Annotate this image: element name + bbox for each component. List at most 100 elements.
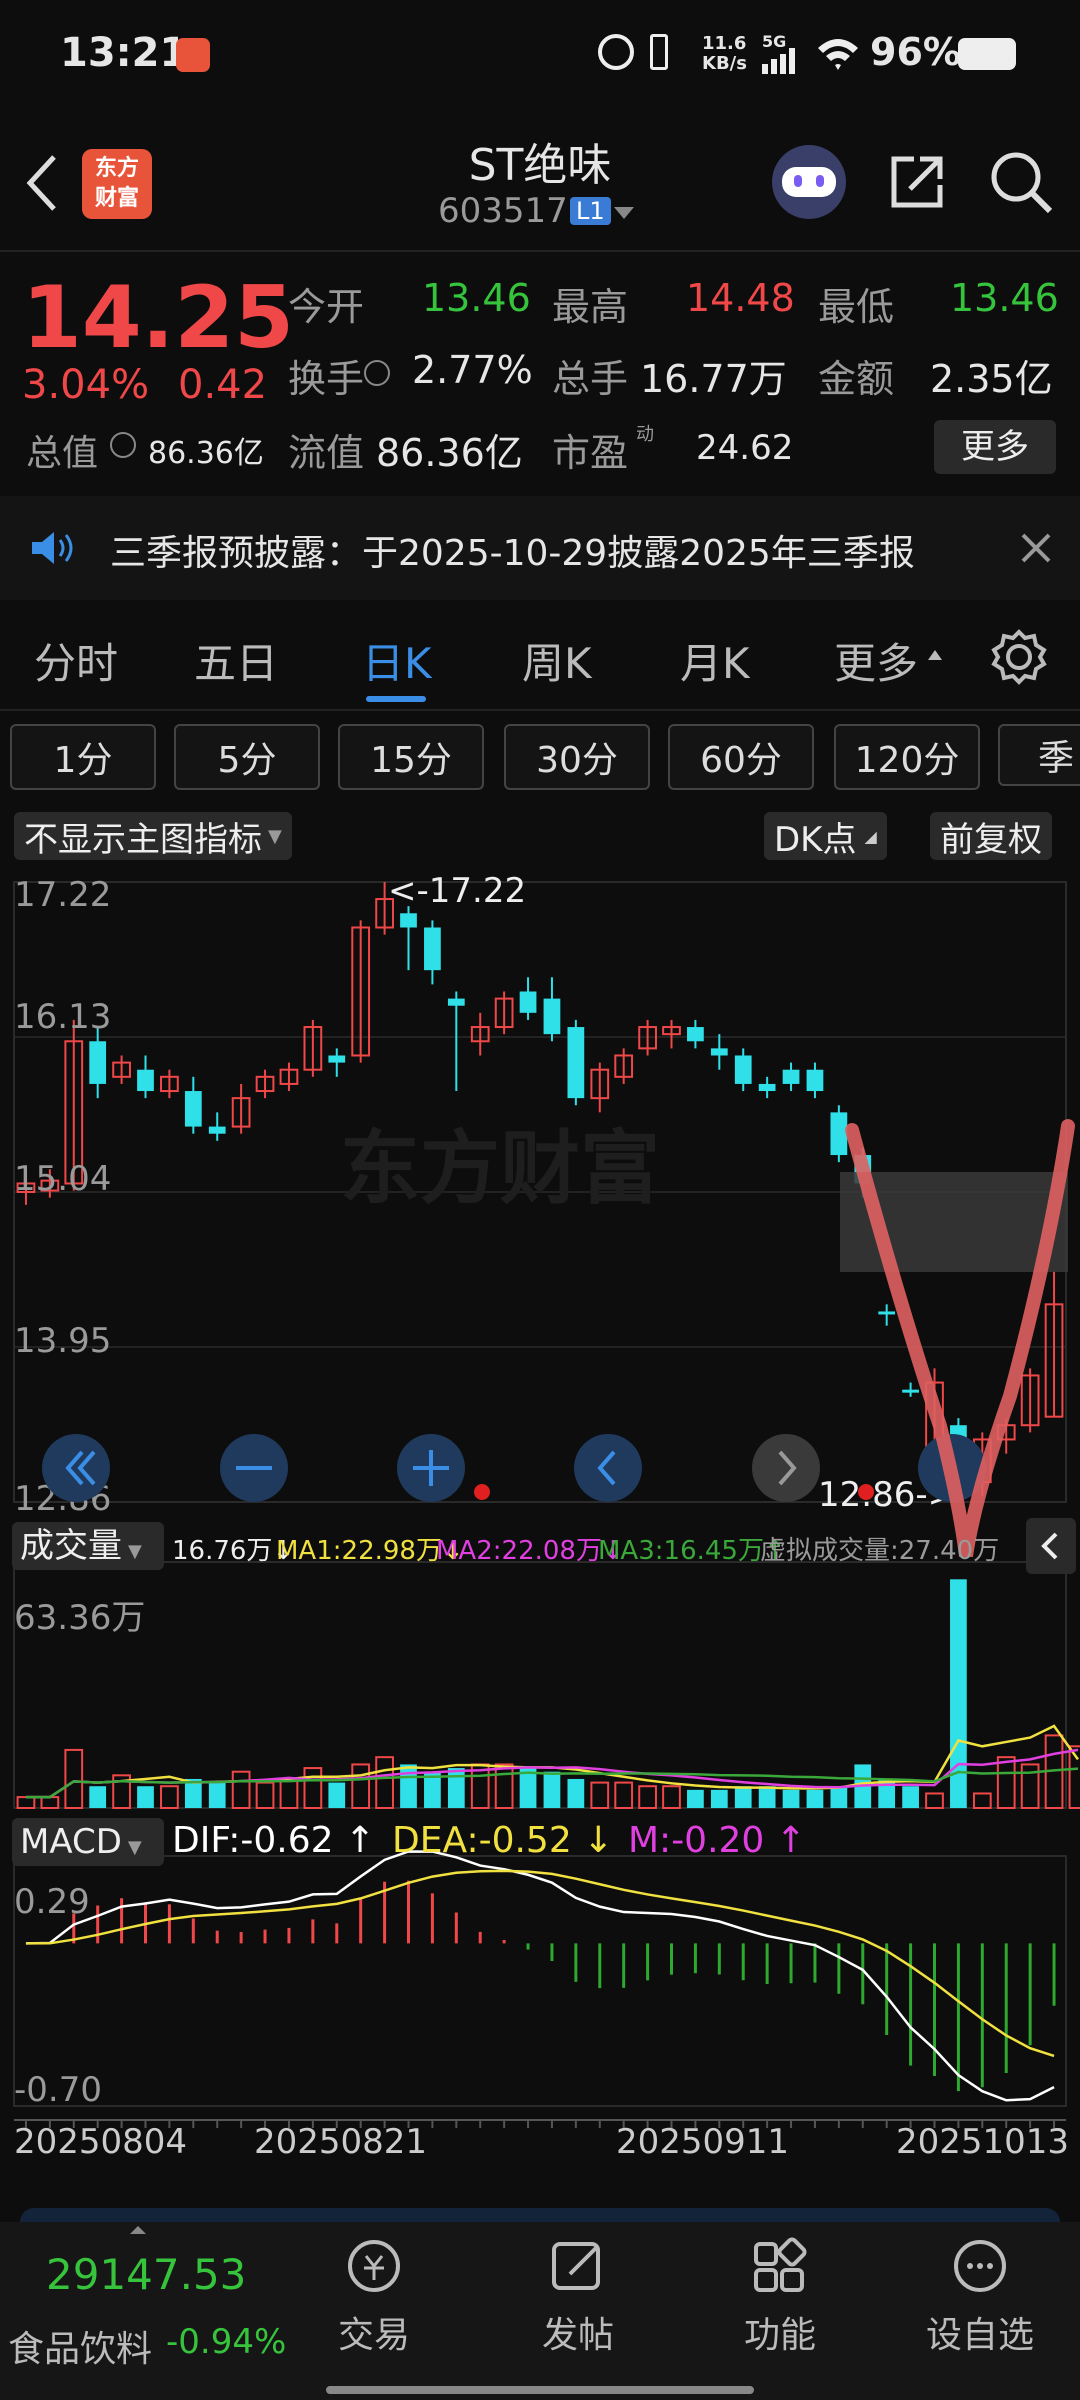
volume-bar bbox=[662, 1785, 681, 1810]
volume-bar bbox=[231, 1770, 251, 1810]
nav-trade[interactable]: 交易 bbox=[304, 2306, 444, 2358]
collapse-panel-button[interactable] bbox=[1026, 1518, 1076, 1574]
volume-indicator-select[interactable]: 成交量 ▼ bbox=[12, 1522, 164, 1570]
pe-value: 24.62 bbox=[696, 428, 794, 468]
chevron-left-icon bbox=[1041, 1532, 1058, 1560]
candle-body bbox=[543, 998, 561, 1035]
date-label: 20250804 bbox=[14, 2122, 188, 2162]
status-bar: 13:21 11.6 KB/s 5G 96% bbox=[0, 0, 1080, 115]
scroll-left-icon[interactable] bbox=[574, 1434, 642, 1502]
period-15min[interactable]: 15分 bbox=[338, 724, 484, 790]
tab-five-day[interactable]: 五日 bbox=[194, 630, 278, 691]
nav-function[interactable]: 功能 bbox=[710, 2306, 850, 2358]
main-indicator-select[interactable]: 不显示主图指标 ▼ bbox=[14, 812, 292, 860]
watchlist-icon[interactable] bbox=[948, 2236, 1012, 2296]
wifi-icon bbox=[818, 39, 858, 70]
dk-point-button[interactable]: DK点 ◢ bbox=[764, 812, 887, 860]
notification-app-icon bbox=[176, 38, 210, 72]
robot-assistant-icon[interactable] bbox=[772, 145, 846, 219]
period-5min[interactable]: 5分 bbox=[174, 724, 320, 790]
post-icon[interactable] bbox=[546, 2236, 610, 2296]
macd-bottom-label: -0.70 bbox=[14, 2070, 102, 2110]
gear-icon[interactable] bbox=[990, 628, 1048, 686]
pe-dynamic-mark: 动 bbox=[636, 424, 654, 445]
adjust-button[interactable]: 前复权 bbox=[930, 812, 1052, 860]
battery-percent: 96% bbox=[870, 30, 961, 74]
y-tick: 16.13 bbox=[14, 997, 111, 1037]
marker-dot bbox=[858, 1484, 874, 1500]
candle-body bbox=[782, 1069, 800, 1084]
info-icon[interactable] bbox=[110, 432, 136, 458]
amount-label: 金额 bbox=[818, 357, 895, 401]
volume-bar bbox=[351, 1763, 371, 1809]
level-badge[interactable]: L1 bbox=[570, 197, 611, 225]
macd-indicator-select[interactable]: MACD ▼ bbox=[12, 1818, 164, 1866]
vibrate-icon bbox=[650, 34, 668, 70]
tab-active-indicator bbox=[366, 696, 426, 702]
period-30min[interactable]: 30分 bbox=[504, 724, 650, 790]
macd-dea: DEA:-0.52 ↓ bbox=[392, 1820, 614, 1861]
turnover-value: 2.77% bbox=[412, 348, 533, 392]
candle-body bbox=[758, 1083, 776, 1092]
tab-more[interactable]: 更多 bbox=[834, 630, 918, 691]
volume-bar bbox=[710, 1789, 728, 1808]
volume-bar bbox=[543, 1771, 561, 1808]
kline-chart[interactable]: 东方财富 17.22 16.13 15.04 13.95 12.86 <-17.… bbox=[0, 866, 1080, 2156]
period-120min[interactable]: 120分 bbox=[834, 724, 980, 790]
volume-bar bbox=[494, 1763, 514, 1809]
tab-monthly-k[interactable]: 月K bbox=[680, 630, 750, 691]
macd-dif: DIF:-0.62 ↑ bbox=[172, 1820, 376, 1861]
volume-bar bbox=[160, 1785, 179, 1810]
tab-daily-k[interactable]: 日K bbox=[362, 630, 432, 691]
candle-body bbox=[878, 1311, 896, 1315]
virtual-volume: 虚拟成交量:27.40万 bbox=[760, 1536, 1000, 1566]
dk-point-label: DK点 bbox=[774, 819, 857, 860]
period-quarter[interactable]: 季 bbox=[998, 724, 1080, 786]
macd-dea-line bbox=[25, 1869, 1055, 2058]
float-label: 流值 bbox=[288, 431, 365, 475]
change-percent: 3.04% bbox=[22, 362, 150, 408]
clock: 13:21 bbox=[60, 30, 188, 76]
function-icon[interactable] bbox=[748, 2236, 812, 2296]
volume-ma2: MA2:22.08万↓ bbox=[436, 1536, 624, 1566]
sector-index-value[interactable]: 29147.53 bbox=[46, 2250, 246, 2299]
nav-watchlist[interactable]: 设自选 bbox=[910, 2306, 1050, 2358]
volume-bar bbox=[758, 1786, 776, 1808]
sector-name[interactable]: 食品饮料 bbox=[8, 2320, 152, 2372]
tab-intraday[interactable]: 分时 bbox=[34, 630, 118, 691]
trade-icon[interactable] bbox=[342, 2236, 406, 2296]
rewind-icon[interactable] bbox=[42, 1434, 110, 1502]
share-icon[interactable] bbox=[886, 151, 948, 213]
period-60min[interactable]: 60分 bbox=[668, 724, 814, 790]
notice-bar[interactable]: 三季报预披露：于2025-10-29披露2025年三季报 bbox=[0, 496, 1080, 600]
alarm-icon bbox=[598, 34, 634, 70]
period-1min[interactable]: 1分 bbox=[10, 724, 156, 790]
macd-m: M:-0.20 ↑ bbox=[628, 1820, 806, 1861]
home-indicator[interactable] bbox=[326, 2386, 754, 2394]
more-button[interactable]: 更多 bbox=[934, 420, 1056, 474]
tab-weekly-k[interactable]: 周K bbox=[522, 630, 592, 691]
volume-bar bbox=[972, 1792, 992, 1809]
scroll-right-icon[interactable] bbox=[752, 1434, 820, 1502]
nav-post[interactable]: 发帖 bbox=[508, 2306, 648, 2358]
volume-bar bbox=[567, 1778, 585, 1808]
volume-bar bbox=[996, 1756, 1016, 1810]
chevron-down-icon[interactable] bbox=[614, 207, 634, 219]
volume-bar bbox=[614, 1781, 634, 1810]
search-icon[interactable] bbox=[988, 149, 1054, 215]
candle-body bbox=[519, 991, 537, 1013]
candle-body bbox=[328, 1055, 346, 1063]
caret-up-icon[interactable] bbox=[130, 2226, 146, 2234]
candle-body bbox=[447, 998, 465, 1006]
close-icon[interactable] bbox=[1020, 532, 1052, 564]
marker-dot bbox=[474, 1484, 490, 1500]
volume-bar bbox=[255, 1781, 275, 1810]
high-label: 最高 bbox=[552, 285, 629, 329]
y-tick: 17.22 bbox=[14, 875, 111, 915]
info-icon[interactable] bbox=[364, 360, 390, 386]
candle-body bbox=[400, 913, 417, 928]
volume-bar bbox=[279, 1777, 299, 1809]
change-amount: 0.42 bbox=[178, 362, 268, 408]
date-label: 20250821 bbox=[254, 2122, 428, 2162]
signal-icon bbox=[762, 48, 795, 74]
